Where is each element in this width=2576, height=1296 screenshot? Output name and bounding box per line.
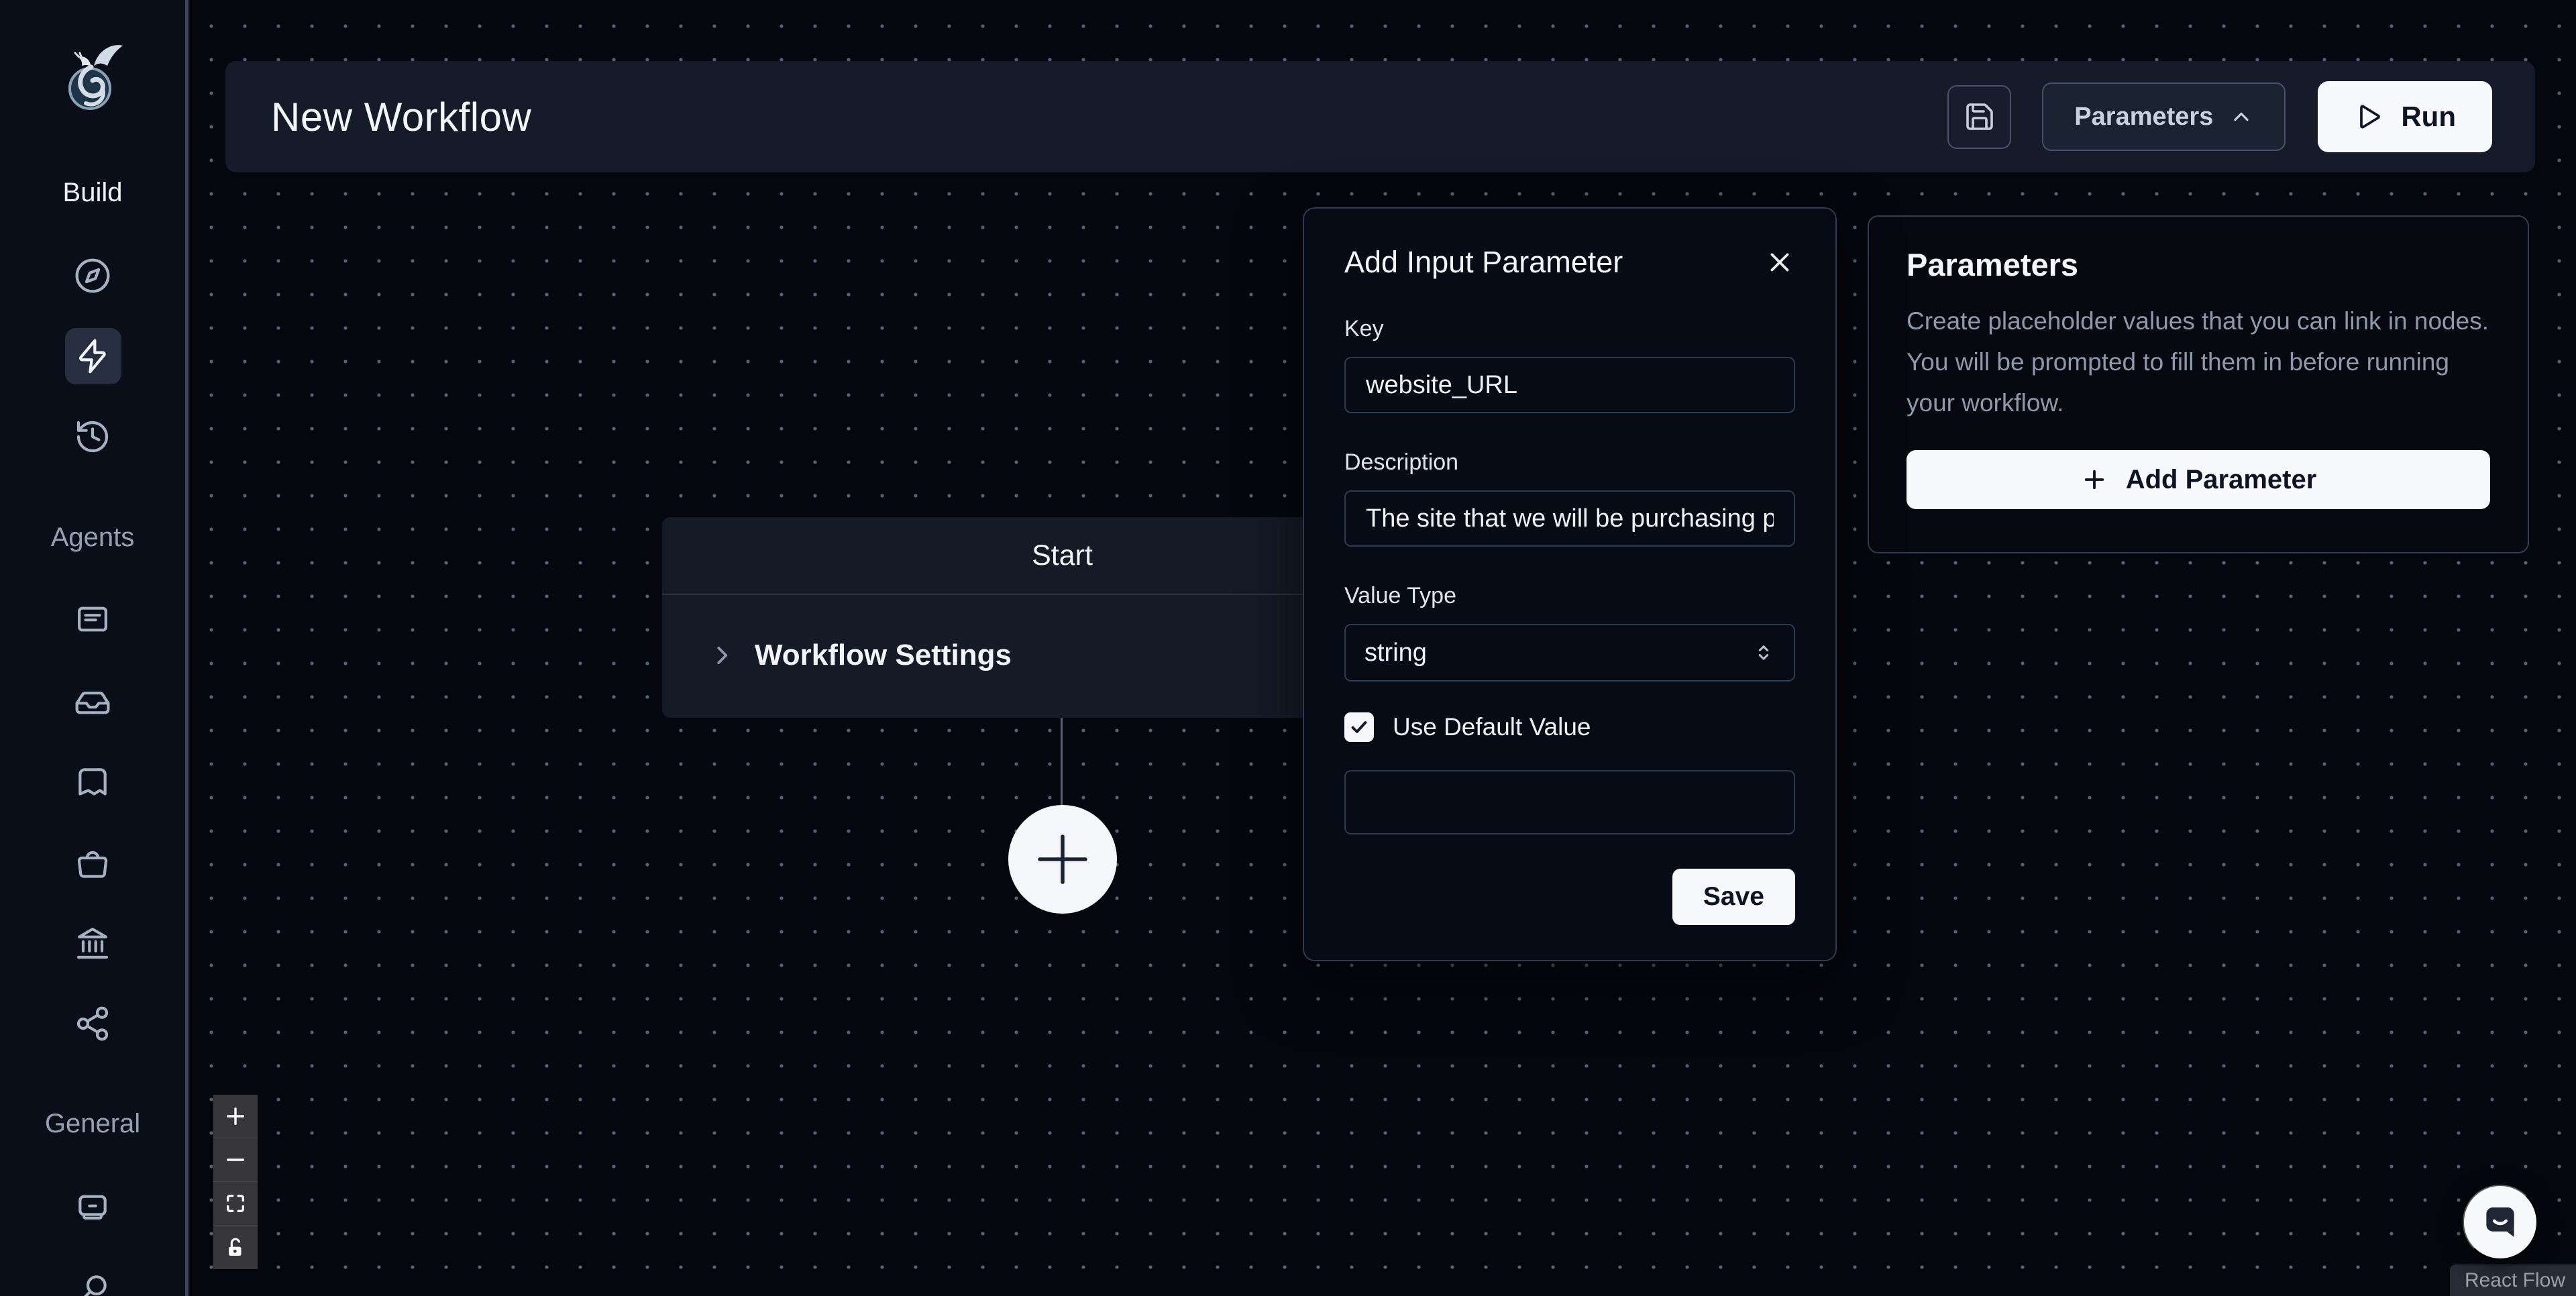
unlock-icon xyxy=(224,1236,247,1259)
plus-icon xyxy=(2080,466,2108,494)
parameters-panel-description: Create placeholder values that you can l… xyxy=(1907,301,2490,423)
bank-icon[interactable] xyxy=(74,924,111,962)
parameters-toggle-button[interactable]: Parameters xyxy=(2042,83,2286,151)
parameters-panel: Parameters Create placeholder values tha… xyxy=(1868,215,2529,553)
key-label: Key xyxy=(1344,316,1795,342)
zap-icon xyxy=(74,337,112,375)
share-icon[interactable] xyxy=(74,1005,111,1042)
run-button[interactable]: Run xyxy=(2318,81,2492,152)
sidebar-item-workflows-active[interactable] xyxy=(65,328,121,384)
value-type-label: Value Type xyxy=(1344,583,1795,609)
chevrons-up-down-icon xyxy=(1752,641,1775,664)
skyvern-dragon-logo[interactable] xyxy=(59,39,126,114)
lock-toggle-button[interactable] xyxy=(213,1226,258,1269)
react-flow-attribution[interactable]: React Flow xyxy=(2450,1264,2576,1296)
parameters-button-label: Parameters xyxy=(2074,103,2213,131)
workflow-settings-label: Workflow Settings xyxy=(755,639,1012,672)
close-button[interactable] xyxy=(1764,247,1795,278)
minus-icon xyxy=(224,1148,247,1171)
parameters-panel-title: Parameters xyxy=(1907,246,2490,283)
shopping-bag-icon[interactable] xyxy=(74,844,111,881)
save-button[interactable] xyxy=(1947,85,2011,149)
sidebar: Build Agents General xyxy=(0,0,189,1296)
plus-icon xyxy=(224,1105,247,1128)
save-icon xyxy=(1964,101,1996,133)
add-input-parameter-modal: Add Input Parameter Key Description Valu… xyxy=(1303,207,1837,961)
plus-icon xyxy=(1029,826,1096,893)
workflow-title[interactable]: New Workflow xyxy=(271,94,531,140)
key-icon[interactable] xyxy=(74,1271,111,1296)
flow-edge xyxy=(1061,718,1063,806)
receipt-icon[interactable] xyxy=(74,763,111,801)
compass-icon[interactable] xyxy=(74,257,111,294)
inbox-icon[interactable] xyxy=(74,683,111,720)
check-icon xyxy=(1349,717,1369,737)
add-parameter-button[interactable]: Add Parameter xyxy=(1907,450,2490,509)
fit-view-button[interactable] xyxy=(213,1182,258,1226)
sidebar-section-build: Build xyxy=(0,178,185,208)
run-button-label: Run xyxy=(2401,101,2456,133)
chevron-up-icon xyxy=(2229,105,2253,129)
use-default-checkbox[interactable] xyxy=(1344,712,1374,742)
wallet-icon[interactable] xyxy=(74,1189,111,1226)
play-icon xyxy=(2354,102,2383,131)
workflow-builder-app: Start Workflow Settings Build xyxy=(0,0,2576,1296)
value-type-selected: string xyxy=(1364,639,1427,667)
add-parameter-label: Add Parameter xyxy=(2126,465,2317,495)
modal-title: Add Input Parameter xyxy=(1344,245,1623,280)
chat-bubble-icon xyxy=(2478,1200,2522,1244)
value-type-select[interactable]: string xyxy=(1344,624,1795,682)
workflow-header: New Workflow Parameters Run xyxy=(225,61,2535,172)
use-default-label: Use Default Value xyxy=(1393,713,1591,741)
sidebar-section-agents: Agents xyxy=(0,523,185,553)
save-parameter-button[interactable]: Save xyxy=(1672,869,1795,925)
default-value-input[interactable] xyxy=(1344,770,1795,834)
key-input[interactable] xyxy=(1344,357,1795,413)
chevron-right-icon xyxy=(709,643,735,668)
close-icon xyxy=(1764,247,1795,278)
zoom-out-button[interactable] xyxy=(213,1138,258,1182)
sidebar-section-general: General xyxy=(0,1109,185,1139)
zoom-in-button[interactable] xyxy=(213,1095,258,1138)
history-icon[interactable] xyxy=(74,418,111,455)
add-node-button[interactable] xyxy=(1008,805,1117,914)
description-label: Description xyxy=(1344,449,1795,476)
chat-launcher-button[interactable] xyxy=(2463,1185,2538,1260)
description-input[interactable] xyxy=(1344,490,1795,547)
notebook-icon[interactable] xyxy=(74,600,111,638)
canvas-controls xyxy=(213,1095,258,1269)
fit-view-icon xyxy=(224,1192,247,1215)
